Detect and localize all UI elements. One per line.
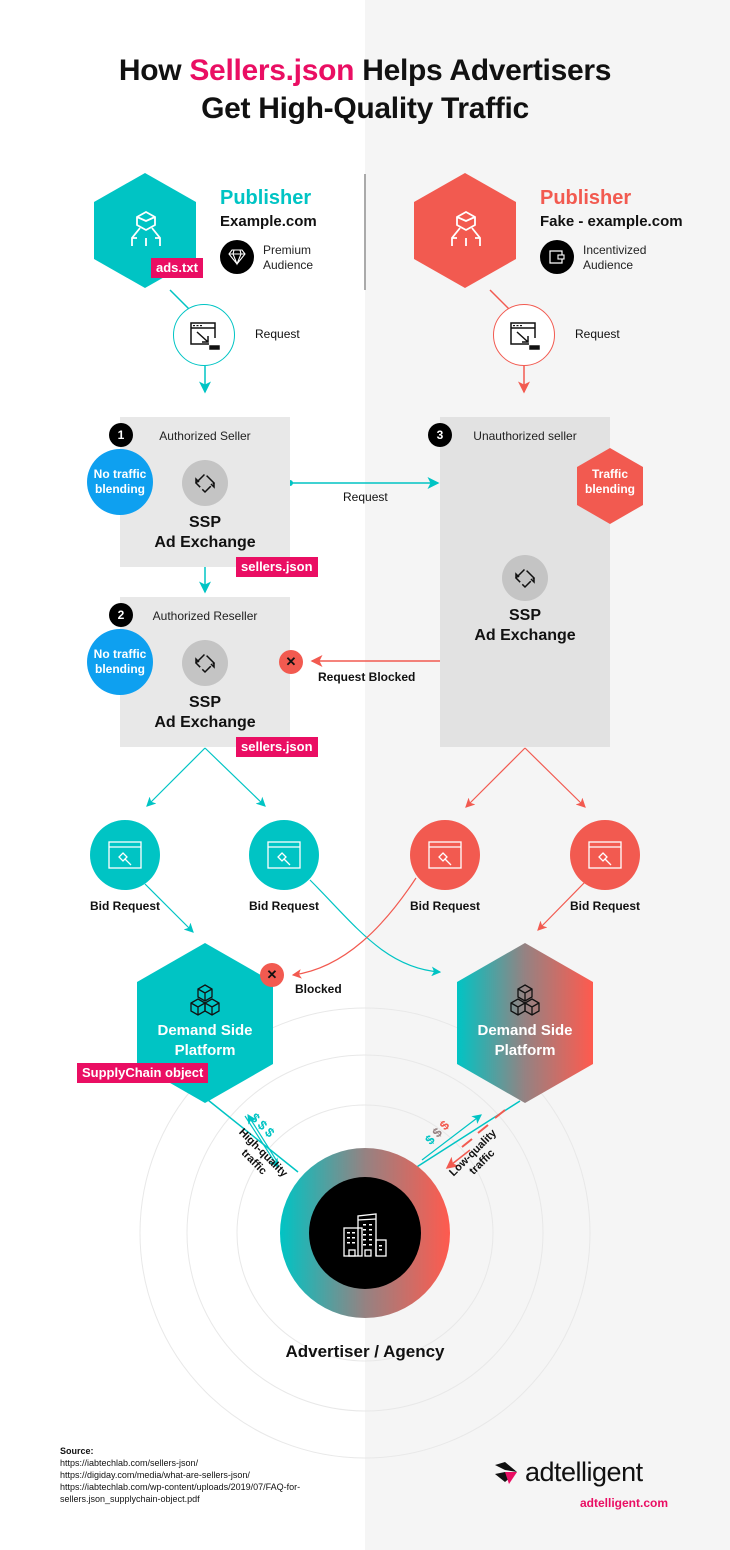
step-badge-3: 3	[428, 423, 452, 447]
sellers-json-tag-1: sellers.json	[236, 557, 318, 577]
right-audience-label: Incentivized Audience	[583, 243, 647, 272]
source-link[interactable]: https://iabtechlab.com/wp-content/upload…	[60, 1481, 300, 1493]
bid-request-circle-3	[410, 820, 480, 890]
source-list: Source: https://iabtechlab.com/sellers-j…	[60, 1446, 301, 1505]
blocks-icon	[510, 984, 540, 1016]
step-badge-2: 2	[109, 603, 133, 627]
left-publisher-title: Publisher	[220, 187, 312, 209]
exchange-icon	[502, 555, 548, 601]
page-title: How Sellers.json Helps Advertisers Get H…	[118, 54, 612, 125]
bid-request-label: Bid Request	[569, 899, 640, 913]
right-request-label: Request	[575, 327, 620, 341]
source-link[interactable]: https://iabtechlab.com/sellers-json/	[60, 1457, 300, 1469]
exchange-icon	[182, 640, 228, 686]
brand-logo: adtelligent	[495, 1457, 643, 1488]
no-blending-badge: No traffic blending	[87, 629, 153, 695]
blocked-label: Blocked	[295, 982, 342, 996]
brand-url[interactable]: adtelligent.com	[580, 1496, 668, 1510]
bid-request-circle-4	[570, 820, 640, 890]
supplychain-object-tag: SupplyChain object	[77, 1063, 209, 1083]
exchange-icon	[182, 460, 228, 506]
request-label-middle: Request	[343, 490, 388, 504]
blocked-x-icon: ✕	[279, 650, 303, 674]
diamond-icon	[220, 240, 254, 274]
dsp-right-label: Demand Side Platform	[477, 1022, 573, 1059]
source-link[interactable]: sellers.json_supplychain-object.pdf	[60, 1493, 300, 1505]
advertiser-agency-label: Advertiser / Agency	[285, 1342, 445, 1361]
auction-icon	[588, 841, 622, 869]
right-publisher-site: Fake - example.com	[540, 213, 683, 230]
request-icon	[510, 322, 540, 350]
ssp-label-1: SSP Ad Exchange	[154, 514, 256, 551]
buildings-icon	[343, 1213, 387, 1257]
arrow-bid2-dsp-right	[309, 879, 442, 977]
left-publisher-site: Example.com	[220, 213, 317, 230]
bid-request-circle-1	[90, 820, 160, 890]
blocked-x-icon: ✕	[260, 963, 284, 987]
bid-request-label: Bid Request	[248, 899, 319, 913]
connector-left-pub-request	[169, 289, 191, 311]
brand-name: adtelligent	[525, 1457, 643, 1487]
dsp-left-label: Demand Side Platform	[157, 1022, 253, 1059]
traffic-blending-label: Traffic blending	[585, 467, 635, 496]
no-blending-badge: No traffic blending	[87, 449, 153, 515]
request-blocked-label: Request Blocked	[318, 670, 416, 684]
ads-txt-tag: ads.txt	[151, 258, 203, 278]
left-request-circle	[173, 304, 235, 366]
bid-request-label: Bid Request	[89, 899, 160, 913]
source-link[interactable]: https://digiday.com/media/what-are-selle…	[60, 1469, 300, 1481]
right-request-circle	[493, 304, 555, 366]
publisher-person-icon	[131, 210, 161, 246]
ssp-label-3: SSP Ad Exchange	[474, 607, 576, 644]
arrow-unauth-bid4	[524, 747, 586, 808]
left-audience-label: Premium Audience	[263, 243, 314, 272]
right-publisher-title: Publisher	[540, 187, 632, 209]
column-divider	[364, 174, 366, 290]
publisher-person-icon	[451, 210, 481, 246]
arrow-reseller-bid1	[146, 747, 206, 807]
connector-right-pub-request	[489, 289, 511, 311]
ssp-label-2: SSP Ad Exchange	[154, 694, 256, 731]
title-highlight: Sellers.json	[189, 54, 355, 87]
adtelligent-logo-icon	[495, 1461, 517, 1484]
left-request-label: Request	[255, 327, 300, 341]
bid-request-circle-2	[249, 820, 319, 890]
auction-icon	[267, 841, 301, 869]
request-icon	[190, 322, 220, 350]
sellers-json-tag-2: sellers.json	[236, 737, 318, 757]
arrow-unauth-bid3	[465, 747, 526, 808]
bid-request-label: Bid Request	[409, 899, 480, 913]
blocks-icon	[190, 984, 220, 1016]
auction-icon	[428, 841, 462, 869]
wallet-icon	[540, 240, 574, 274]
step-badge-1: 1	[109, 423, 133, 447]
auction-icon	[108, 841, 142, 869]
